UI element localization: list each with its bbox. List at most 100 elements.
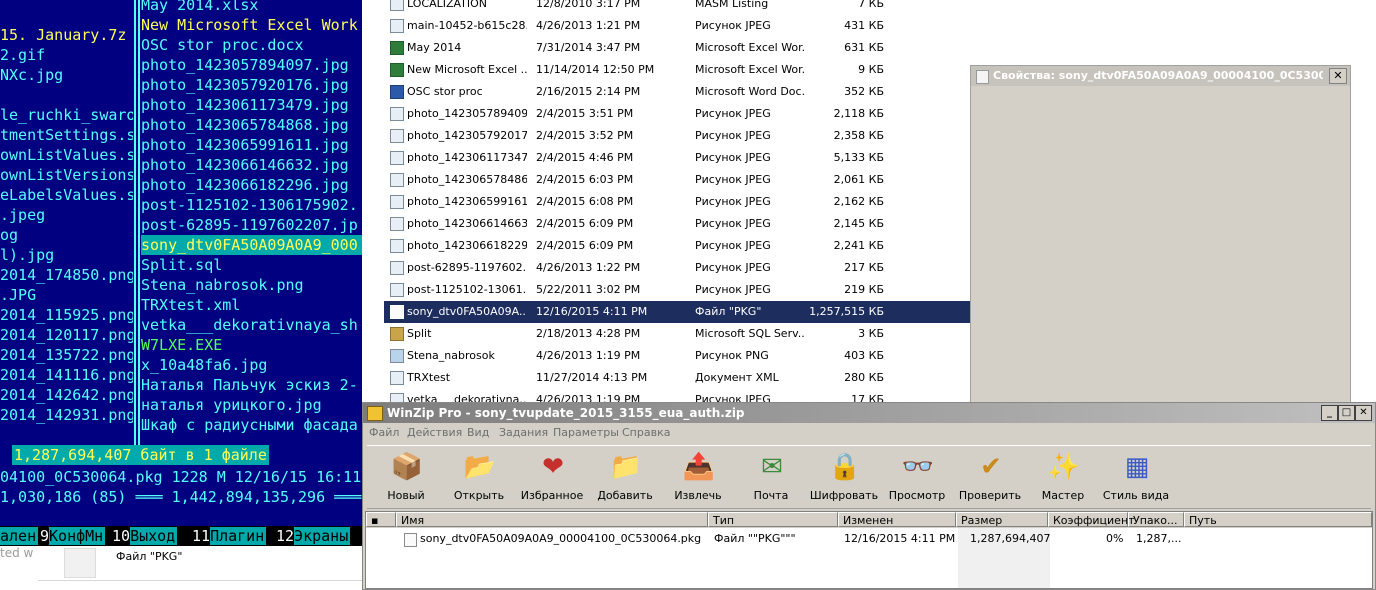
far-file-item[interactable]: eLabelsValues.s}	[0, 185, 133, 205]
far-file-item[interactable]: 2014_174850.png	[0, 265, 133, 285]
far-function-key[interactable]: ален	[0, 526, 39, 546]
explorer-file-row[interactable]: vetka___dekorativna... 4/26/2013 1:19 PM Р…	[384, 389, 970, 403]
far-file-item[interactable]	[0, 85, 133, 105]
toolbar-button[interactable]: ❤ Избранное	[516, 446, 588, 506]
maximize-button[interactable]: □	[1338, 405, 1355, 421]
far-function-key[interactable]: 12Экраны	[276, 526, 351, 546]
far-file-item[interactable]: New Microsoft Excel Work	[141, 15, 362, 35]
far-file-item[interactable]: Наталья Пальчук эскиз 2-	[141, 375, 362, 395]
far-file-item[interactable]: tmentSettings.s}	[0, 125, 133, 145]
far-file-item[interactable]: Split.sql	[141, 255, 362, 275]
explorer-file-row[interactable]: photo_1423066146632 2/4/2015 6:09 PM Рисун…	[384, 213, 970, 235]
close-button[interactable]: ✕	[1329, 68, 1347, 84]
far-function-key[interactable]: 11Плагин	[192, 526, 267, 546]
toolbar-button[interactable]: 📁 Добавить	[589, 446, 661, 506]
toolbar-button[interactable]: ✔ Проверить	[954, 446, 1026, 506]
far-function-key[interactable]: 9КонфМн	[40, 526, 106, 546]
far-file-item[interactable]: наталья урицкого.jpg	[141, 395, 362, 415]
far-file-item[interactable]: ownListValues.s}	[0, 145, 133, 165]
far-file-item[interactable]: photo_1423066182296.jpg	[141, 175, 362, 195]
far-file-item[interactable]: W7LXE.EXE	[141, 335, 362, 355]
far-right-panel[interactable]: May 2014.xlsx New Microsoft Excel Work OSC…	[141, 0, 362, 445]
far-file-item[interactable]: 2.gif	[0, 45, 133, 65]
menu-item[interactable]: Параметры	[553, 423, 619, 443]
far-file-item[interactable]: OSC stor proc.docx	[141, 35, 362, 55]
table-row[interactable]: sony_dtv0FA50A09A0A9_00004100_0C530064.p…	[366, 530, 1372, 548]
column-icon-header[interactable]: ▪	[366, 512, 396, 527]
explorer-file-row[interactable]: TRXtest 11/27/2014 4:13 PM Документ XML 280…	[384, 367, 970, 389]
far-file-item[interactable]: photo_1423057920176.jpg	[141, 75, 362, 95]
explorer-file-row[interactable]: New Microsoft Excel ... 11/14/2014 12:50 …	[384, 59, 970, 81]
toolbar-button[interactable]: 🔒 Шифровать	[808, 446, 880, 506]
column-header[interactable]: Тип	[708, 512, 838, 527]
column-header[interactable]: Упако...	[1128, 512, 1184, 527]
far-file-item[interactable]: ownListVersions}	[0, 165, 133, 185]
explorer-file-row[interactable]: photo_1423066182296 2/4/2015 6:09 PM Рисун…	[384, 235, 970, 257]
far-file-item[interactable]: 2014_115925.png	[0, 305, 133, 325]
far-file-item[interactable]: photo_1423066146632.jpg	[141, 155, 362, 175]
far-file-item[interactable]: 2014_142642.png	[0, 385, 133, 405]
toolbar-button[interactable]: ▦ Стиль вида	[1100, 446, 1172, 506]
far-file-item[interactable]: vetka___dekorativnaya_sh	[141, 315, 362, 335]
menu-item[interactable]: Файл	[369, 423, 399, 443]
toolbar-button[interactable]: 📤 Извлечь	[662, 446, 734, 506]
menu-item[interactable]: Задания	[499, 423, 548, 443]
explorer-file-row[interactable]: OSC stor proc 2/16/2015 2:14 PM Microsoft …	[384, 81, 970, 103]
toolbar-button[interactable]: 📦 Новый	[370, 446, 442, 506]
explorer-file-row[interactable]: photo_1423061173479 2/4/2015 4:46 PM Рисун…	[384, 147, 970, 169]
far-file-item[interactable]: photo_1423065991611.jpg	[141, 135, 362, 155]
winzip-title-bar[interactable]: WinZip Pro - sony_tvupdate_2015_3155_eua…	[363, 403, 1375, 423]
toolbar-button[interactable]: 📂 Открыть	[443, 446, 515, 506]
far-file-item[interactable]: Stena_nabrosok.png	[141, 275, 362, 295]
explorer-file-row[interactable]: post-1125102-13061... 5/22/2011 3:02 PM Ри…	[384, 279, 970, 301]
far-file-item[interactable]: NXc.jpg	[0, 65, 133, 85]
explorer-file-row[interactable]: sony_dtv0FA50A09A... 12/16/2015 4:11 PM Фа…	[384, 301, 970, 323]
far-file-item[interactable]: 2014_135722.png	[0, 345, 133, 365]
column-header[interactable]: Размер	[956, 512, 1048, 527]
explorer-file-row[interactable]: post-62895-1197602... 4/26/2013 1:22 PM Ри…	[384, 257, 970, 279]
explorer-file-row[interactable]: May 2014 7/31/2014 3:47 PM Microsoft Excel…	[384, 37, 970, 59]
toolbar-button[interactable]: ✉ Почта	[735, 446, 807, 506]
far-file-item[interactable]: l).jpg	[0, 245, 133, 265]
minimize-button[interactable]: _	[1321, 405, 1338, 421]
far-file-item[interactable]: le_ruchki_swaro}	[0, 105, 133, 125]
far-file-item[interactable]: post-1125102-1306175902.	[141, 195, 362, 215]
toolbar-button[interactable]: 👓 Просмотр	[881, 446, 953, 506]
far-file-item[interactable]: sony_dtv0FA50A09A0A9_000	[141, 235, 362, 255]
far-file-item[interactable]: May 2014.xlsx	[141, 0, 362, 15]
far-file-item[interactable]: post-62895-1197602207.jp	[141, 215, 362, 235]
far-file-item[interactable]: 2014_141116.png	[0, 365, 133, 385]
column-header[interactable]: Путь	[1184, 512, 1372, 527]
menu-item[interactable]: Действия	[407, 423, 462, 443]
explorer-file-row[interactable]: photo_1423057920176 2/4/2015 3:52 PM Рисун…	[384, 125, 970, 147]
far-file-item[interactable]: Шкаф с радиусными фасада	[141, 415, 362, 435]
explorer-file-row[interactable]: photo_1423057894097 2/4/2015 3:51 PM Рисун…	[384, 103, 970, 125]
far-file-item[interactable]: x_10a48fa6.jpg	[141, 355, 362, 375]
far-file-item[interactable]: .jpeg	[0, 205, 133, 225]
far-function-key[interactable]: 10Выход	[112, 526, 178, 546]
menu-item[interactable]: Справка	[622, 423, 670, 443]
explorer-file-row[interactable]: LOCALIZATION 12/8/2010 3:17 PM MASM Listin…	[384, 0, 970, 15]
close-button[interactable]: ✕	[1355, 405, 1372, 421]
explorer-file-row[interactable]: main-10452-b615c28... 4/26/2013 1:21 PM Ри…	[384, 15, 970, 37]
far-file-item[interactable]: photo_1423065784868.jpg	[141, 115, 362, 135]
explorer-file-row[interactable]: Split 2/18/2013 4:28 PM Microsoft SQL Serv…	[384, 323, 970, 345]
menu-item[interactable]: Вид	[467, 423, 489, 443]
column-header[interactable]: Изменен	[838, 512, 956, 527]
properties-title-bar[interactable]: Свойства: sony_dtv0FA50A09A0A9_00004100_…	[971, 66, 1350, 86]
far-left-panel[interactable]: 15. January.7z 2.gif NXc.jpg le_ruchki_swar…	[0, 25, 133, 445]
explorer-file-row[interactable]: Stena_nabrosok 4/26/2013 1:19 PM Рисунок P…	[384, 345, 970, 367]
far-file-item[interactable]: TRXtest.xml	[141, 295, 362, 315]
explorer-file-row[interactable]: photo_1423065784868 2/4/2015 6:03 PM Рисун…	[384, 169, 970, 191]
explorer-file-row[interactable]: photo_1423065991611 2/4/2015 6:08 PM Рисун…	[384, 191, 970, 213]
far-file-item[interactable]: 2014_120117.png	[0, 325, 133, 345]
far-file-item[interactable]: .JPG	[0, 285, 133, 305]
column-header[interactable]: Имя	[396, 512, 708, 527]
far-file-item[interactable]: 15. January.7z	[0, 25, 133, 45]
column-header[interactable]: Коэффициент	[1048, 512, 1135, 527]
far-file-item[interactable]: photo_1423057894097.jpg	[141, 55, 362, 75]
far-file-item[interactable]: 2014_142931.png	[0, 405, 133, 425]
far-file-item[interactable]: og	[0, 225, 133, 245]
far-file-item[interactable]: photo_1423061173479.jpg	[141, 95, 362, 115]
toolbar-button[interactable]: ✨ Мастер	[1027, 446, 1099, 506]
